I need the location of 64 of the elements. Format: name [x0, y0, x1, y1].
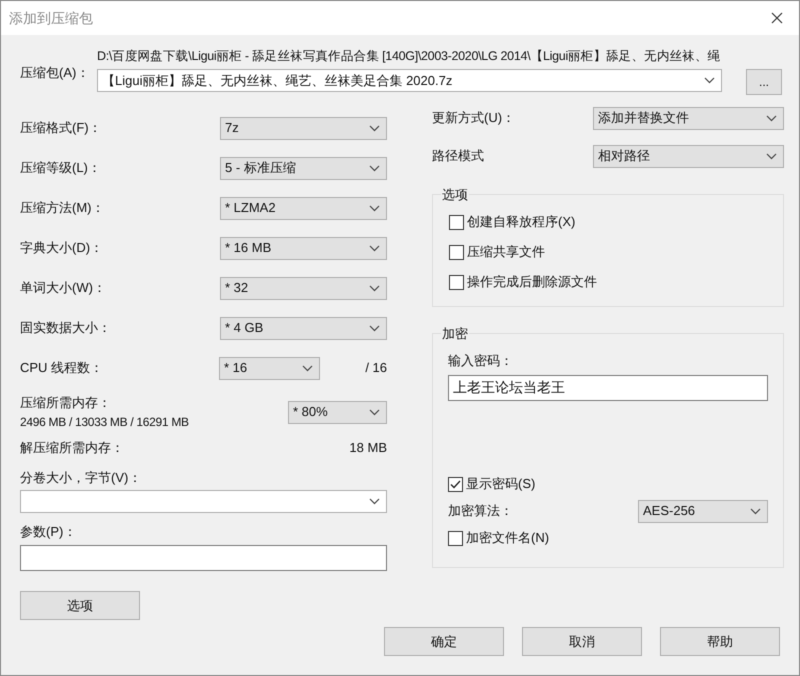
field-label: 解压缩所需内存： — [20, 439, 124, 458]
dropdown[interactable]: 【Ligui丽柜】舔足、无内丝袜、绳艺、丝袜美足合集 2020.7z — [97, 69, 722, 92]
memory-readout: 2496 MB / 13033 MB / 16291 MB — [20, 414, 189, 431]
dropdown[interactable]: 添加并替换文件 — [593, 106, 784, 130]
dropdown[interactable]: * 4 GB — [220, 316, 387, 340]
dropdown[interactable]: * 32 — [220, 276, 387, 300]
field-label: 压缩所需内存： — [20, 394, 112, 412]
archive-path: D:\百度网盘下载\Ligui丽柜 - 舔足丝袜写真作品合集 [140G]\2003-2020\LG 2014\【Ligui丽柜】舔足、无内丝袜、绳 — [97, 48, 722, 65]
dropdown[interactable]: 7z — [220, 116, 387, 140]
dialog-button[interactable]: 帮助 — [660, 627, 780, 656]
dialog-button[interactable]: 取消 — [522, 627, 642, 656]
password-input[interactable]: 上老王论坛当老王 — [448, 375, 768, 401]
checkbox-label: 显示密码(S) — [466, 475, 536, 494]
field-label: 压缩格式(F)： — [20, 119, 102, 138]
chevron-down-icon — [369, 204, 380, 212]
checkbox[interactable] — [449, 274, 464, 290]
checkbox-label: 创建自释放程序(X) — [467, 213, 576, 232]
dialog-button[interactable]: 确定 — [384, 627, 504, 656]
chevron-down-icon — [369, 124, 380, 132]
chevron-down-icon — [302, 364, 313, 372]
checkbox-label: 压缩共享文件 — [467, 243, 545, 262]
chevron-down-icon — [766, 152, 777, 160]
parameters-input[interactable] — [20, 545, 387, 571]
checkbox[interactable] — [449, 214, 464, 230]
dropdown[interactable]: AES-256 — [638, 500, 768, 522]
close-icon[interactable] — [771, 12, 783, 24]
memory-readout: 18 MB — [349, 439, 387, 458]
checkbox-label: 加密文件名(N) — [466, 529, 550, 548]
checkbox[interactable] — [448, 530, 463, 546]
field-label: 更新方式(U)： — [432, 109, 516, 128]
field-label: 压缩等级(L)： — [20, 159, 101, 178]
field-label: 字典大小(D)： — [20, 239, 104, 258]
chevron-down-icon — [750, 508, 761, 514]
field-label: 单词大小(W)： — [20, 279, 106, 298]
checkbox[interactable] — [449, 244, 464, 260]
dropdown[interactable]: * LZMA2 — [220, 196, 387, 220]
dropdown[interactable]: 相对路径 — [593, 144, 784, 168]
field-label: 压缩包(A)： — [20, 64, 90, 82]
window-title: 添加到压缩包 — [9, 8, 93, 28]
chevron-down-icon — [369, 284, 380, 292]
chevron-down-icon — [766, 114, 777, 122]
field-label: 固实数据大小： — [20, 319, 111, 338]
chevron-down-icon — [369, 498, 380, 505]
chevron-down-icon — [369, 244, 380, 252]
field-label: 分卷大小，字节(V)： — [20, 469, 142, 487]
dropdown[interactable]: 5 - 标准压缩 — [220, 156, 387, 180]
dropdown[interactable]: * 16 — [219, 356, 320, 380]
chevron-down-icon — [704, 77, 715, 84]
field-label: 加密算法： — [448, 502, 513, 520]
thread-total: / 16 — [365, 359, 387, 378]
field-label: CPU 线程数： — [20, 359, 104, 378]
chevron-down-icon — [369, 164, 380, 172]
field-label: 压缩方法(M)： — [20, 199, 104, 218]
browse-button[interactable]: ... — [746, 69, 782, 95]
checkbox[interactable] — [448, 476, 463, 492]
chevron-down-icon — [369, 324, 380, 332]
field-label: 输入密码： — [448, 352, 514, 370]
field-label: 参数(P)： — [20, 523, 78, 541]
checkbox-label: 操作完成后删除源文件 — [467, 273, 597, 292]
field-label: 路径模式 — [432, 147, 484, 166]
dropdown[interactable]: * 16 MB — [220, 236, 387, 260]
chevron-down-icon — [369, 408, 380, 416]
dialog-button[interactable]: 选项 — [20, 591, 140, 620]
dropdown[interactable]: * 80% — [288, 400, 387, 424]
